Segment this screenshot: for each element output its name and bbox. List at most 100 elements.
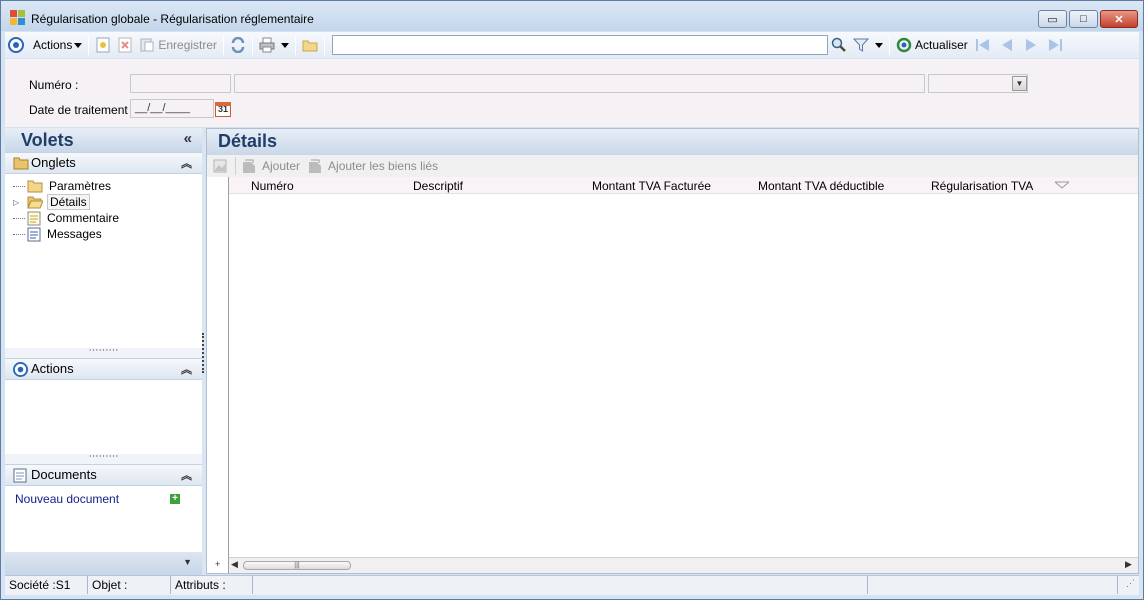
documents-section-title: Documents (31, 467, 97, 482)
collapse-panel-icon[interactable]: « (184, 130, 192, 147)
refresh-icon (896, 37, 912, 53)
minimize-button[interactable]: ▭ (1038, 10, 1067, 28)
tree-item-messages[interactable]: Messages (13, 226, 104, 242)
document-icon (27, 211, 41, 225)
tree-item-label: Messages (47, 227, 102, 241)
column-header-regularisation-tva[interactable]: Régularisation TVA (931, 179, 1033, 193)
search-button[interactable] (828, 34, 850, 56)
tree-item-details[interactable]: ▷ Détails (13, 194, 90, 210)
tabs-tree: Paramètres ▷ Détails Commentaire Message… (5, 174, 202, 348)
window-title: Régularisation globale - Régularisation … (31, 12, 314, 26)
chevron-down-icon[interactable]: ▼ (183, 557, 192, 567)
search-icon (831, 37, 846, 52)
print-options-button[interactable] (278, 34, 292, 56)
description-field[interactable] (234, 74, 925, 93)
sync-button[interactable] (227, 34, 249, 56)
date-field[interactable]: __/__/____ (130, 99, 214, 118)
first-record-icon[interactable] (975, 38, 991, 52)
tabs-section-header[interactable]: Onglets ︽ (5, 152, 202, 174)
details-title: Détails (207, 129, 1138, 155)
section-resize-grip[interactable]: ⋯⋯⋯ (5, 452, 202, 464)
status-company: Société :S1 (5, 576, 88, 594)
column-chooser-icon[interactable] (1055, 181, 1069, 189)
type-select[interactable]: ▼ (928, 74, 1028, 93)
plus-icon[interactable]: + (170, 494, 180, 504)
section-resize-grip[interactable]: ⋯⋯⋯ (5, 346, 202, 358)
column-header-montant-tva-facturee[interactable]: Montant TVA Facturée (592, 179, 711, 193)
app-icon (10, 10, 26, 26)
toolbar-separator (889, 35, 891, 55)
collapse-section-icon[interactable]: ︽ (181, 154, 192, 174)
new-document-link[interactable]: Nouveau document (15, 492, 119, 506)
actions-section-body (5, 380, 202, 454)
add-row-icon (243, 159, 255, 173)
status-bar: Société :S1 Objet : Attributs : ⋰ (5, 575, 1139, 595)
column-header-montant-tva-deductible[interactable]: Montant TVA déductible (758, 179, 884, 193)
delete-icon (118, 37, 132, 53)
scrollbar-thumb[interactable]: ||| (243, 561, 351, 570)
folder-icon (302, 40, 318, 52)
last-record-icon[interactable] (1047, 38, 1063, 52)
delete-button[interactable] (114, 34, 136, 56)
document-icon (13, 468, 27, 483)
details-toolbar: Ajouter Ajouter les biens liés (207, 155, 1138, 177)
column-header-numero[interactable]: Numéro (251, 179, 294, 193)
minimize-icon: ▭ (1047, 13, 1058, 26)
numero-field[interactable] (130, 74, 231, 93)
toolbar-separator (324, 35, 326, 55)
numero-label: Numéro : (29, 78, 79, 92)
image-icon[interactable] (213, 159, 227, 173)
toolbar-separator (235, 157, 236, 175)
panel-footer: ▼ (5, 552, 202, 576)
previous-record-icon[interactable] (999, 38, 1015, 52)
record-menu-button[interactable] (5, 34, 27, 56)
save-icon (140, 38, 154, 52)
refresh-button[interactable]: Actualiser (893, 34, 971, 56)
actions-section-header[interactable]: Actions ︽ (5, 358, 202, 380)
calendar-icon[interactable]: 31 (215, 102, 231, 117)
tree-item-label: Paramètres (49, 179, 112, 193)
chevron-down-icon[interactable]: ▼ (1012, 76, 1027, 91)
next-record-icon[interactable] (1023, 38, 1039, 52)
horizontal-scrollbar[interactable]: + ◀ ||| ▶ (215, 557, 1138, 573)
tree-item-commentaire[interactable]: Commentaire (13, 210, 121, 226)
panel-title: Volets « (5, 128, 202, 152)
tree-connector (13, 217, 25, 219)
scroll-right-icon[interactable]: ▶ (1125, 559, 1132, 570)
new-document-icon (96, 37, 110, 53)
dropdown-arrow-icon (74, 43, 83, 48)
add-row-plus-icon[interactable]: + (215, 559, 220, 569)
actions-menu-button[interactable]: Actions (27, 34, 85, 56)
add-linked-button[interactable]: Ajouter les biens liés (328, 159, 438, 173)
new-button[interactable] (92, 34, 114, 56)
add-button[interactable]: Ajouter (262, 159, 300, 173)
filter-options-button[interactable] (872, 34, 886, 56)
column-header-descriptif[interactable]: Descriptif (413, 179, 463, 193)
print-button[interactable] (256, 34, 278, 56)
collapse-section-icon[interactable]: ︽ (181, 360, 192, 380)
save-button[interactable]: Enregistrer (136, 34, 220, 56)
grid-header: Numéro Descriptif Montant TVA Facturée M… (207, 177, 1138, 194)
collapse-section-icon[interactable]: ︽ (181, 466, 192, 486)
search-input[interactable] (332, 35, 829, 55)
document-icon (27, 227, 41, 241)
documents-section-body: Nouveau document + (5, 486, 202, 552)
close-icon: ✕ (1114, 13, 1124, 26)
expand-arrow-icon[interactable]: ▷ (13, 198, 25, 207)
tree-connector (13, 233, 25, 235)
filter-button[interactable] (850, 34, 872, 56)
documents-section-header[interactable]: Documents ︽ (5, 464, 202, 486)
toolbar-separator (223, 35, 225, 55)
target-icon (8, 37, 24, 53)
scroll-left-icon[interactable]: ◀ (231, 559, 238, 570)
resize-grip-icon[interactable]: ⋰ (1118, 576, 1139, 595)
dropdown-arrow-icon (281, 43, 290, 48)
close-button[interactable]: ✕ (1100, 10, 1138, 28)
tree-item-label: Détails (47, 194, 90, 210)
status-extra (868, 576, 1118, 594)
folder-icon (13, 157, 29, 170)
maximize-button[interactable]: □ (1069, 10, 1098, 28)
open-folder-button[interactable] (299, 34, 321, 56)
header-form: Numéro : ▼ Date de traitement : __/__/__… (5, 59, 1139, 127)
tree-item-parametres[interactable]: Paramètres (13, 178, 113, 194)
